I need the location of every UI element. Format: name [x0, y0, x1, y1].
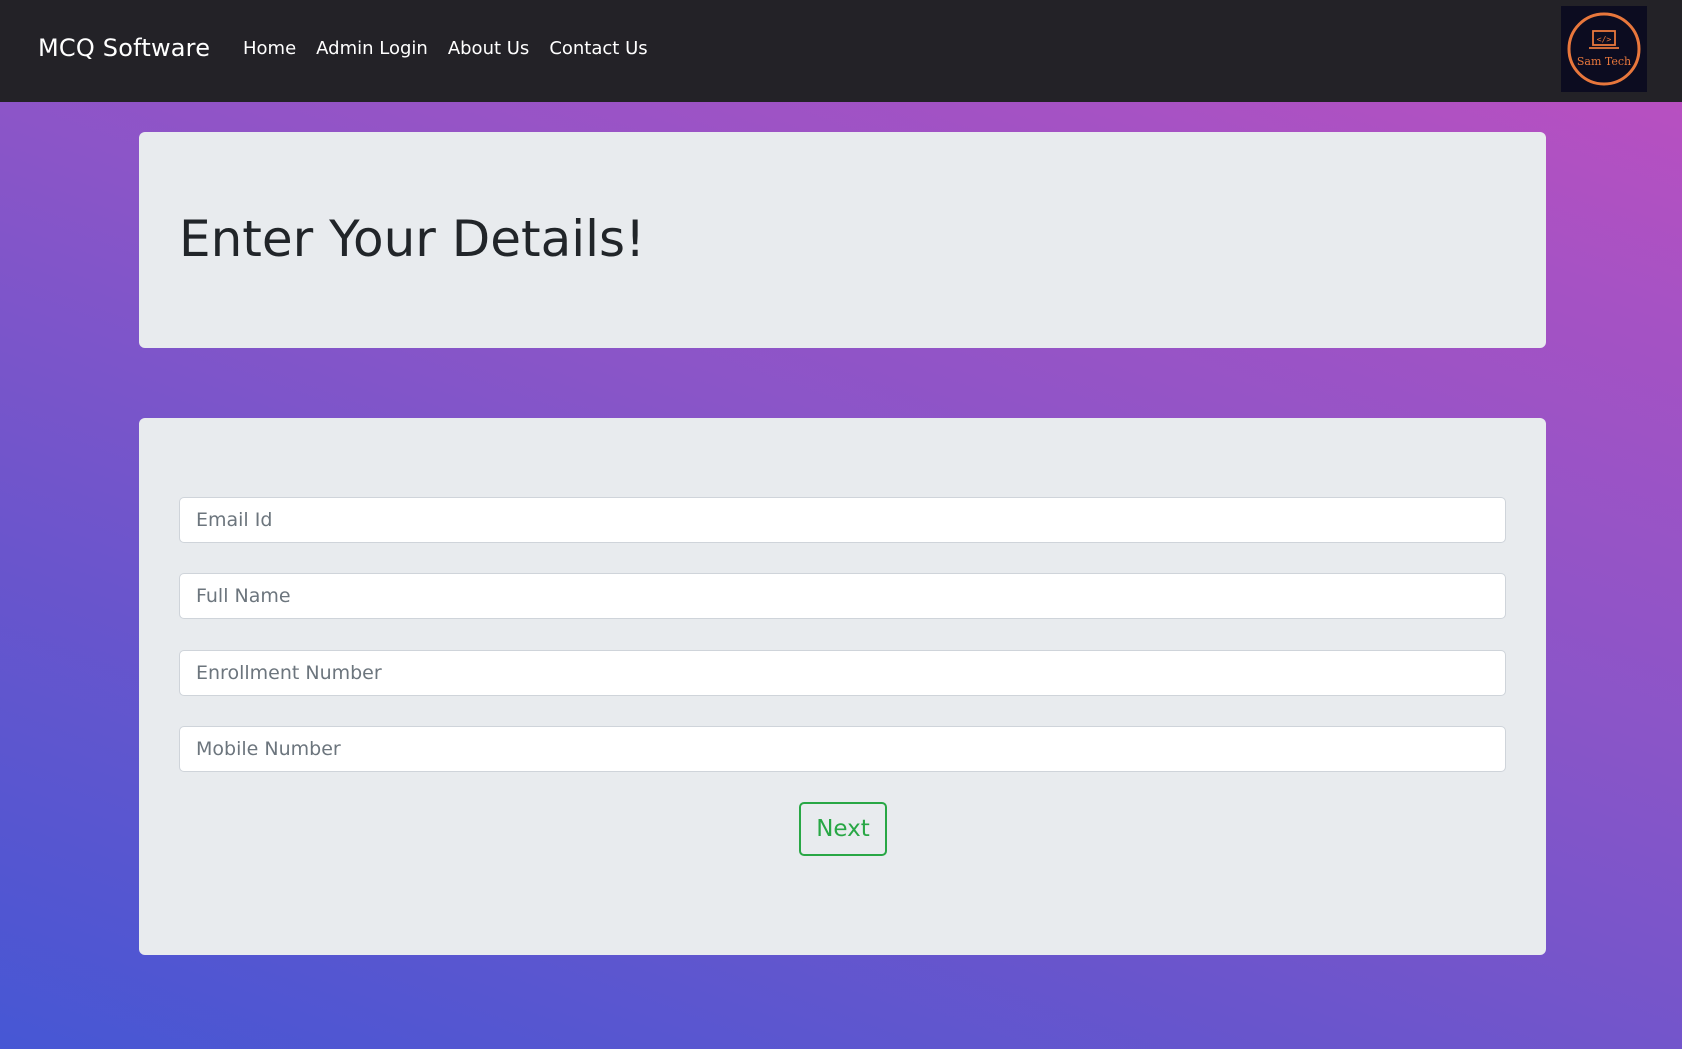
sam-tech-logo[interactable]: </> Sam Tech — [1561, 6, 1647, 92]
nav-admin-login-link[interactable]: Admin Login — [316, 38, 428, 59]
nav-links: Home Admin Login About Us Contact Us — [243, 38, 648, 59]
page-title: Enter Your Details! — [179, 210, 646, 268]
email-id-input[interactable] — [179, 497, 1506, 543]
mobile-number-input[interactable] — [179, 726, 1506, 772]
next-button[interactable]: Next — [799, 802, 887, 856]
full-name-input[interactable] — [179, 573, 1506, 619]
enrollment-number-input[interactable] — [179, 650, 1506, 696]
brand-link[interactable]: MCQ Software — [38, 34, 210, 62]
nav-about-us-link[interactable]: About Us — [448, 38, 530, 59]
header-card: Enter Your Details! — [139, 132, 1546, 348]
top-navbar: MCQ Software Home Admin Login About Us C… — [0, 0, 1682, 102]
laptop-code-icon: </> — [1567, 12, 1641, 86]
svg-text:</>: </> — [1597, 35, 1612, 44]
nav-home-link[interactable]: Home — [243, 38, 296, 59]
nav-contact-us-link[interactable]: Contact Us — [549, 38, 647, 59]
details-form-card: Next — [139, 418, 1546, 955]
logo-text: Sam Tech — [1576, 55, 1632, 68]
